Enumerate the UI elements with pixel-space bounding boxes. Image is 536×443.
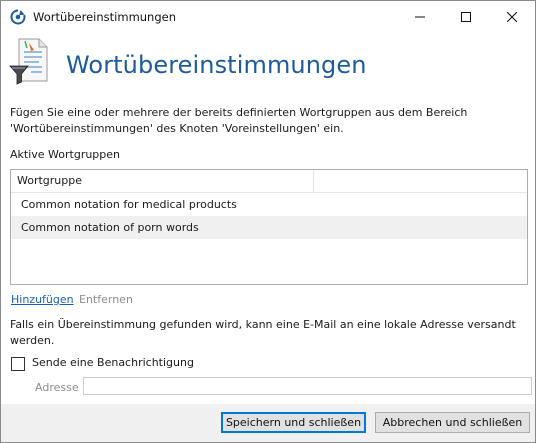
dialog-header: Wortübereinstimmungen	[1, 32, 535, 94]
remove-link: Entfernen	[79, 293, 133, 306]
maximize-icon	[461, 11, 471, 22]
close-icon	[507, 11, 517, 22]
save-and-close-button[interactable]: Speichern und schließen	[221, 412, 366, 433]
column-header-label: Wortgruppe	[17, 174, 83, 187]
list-item-selected[interactable]: Common notation of porn words	[11, 216, 527, 239]
minimize-button[interactable]	[397, 1, 443, 32]
add-link[interactable]: Hinzufügen	[11, 293, 74, 306]
send-notification-label[interactable]: Sende eine Benachrichtigung	[32, 356, 194, 369]
notification-info-text: Falls ein Übereinstimmung gefunden wird,…	[10, 318, 516, 347]
close-button[interactable]	[489, 1, 535, 32]
dialog-footer: Speichern und schließen Abbrechen und sc…	[1, 404, 535, 442]
list-header: Wortgruppe	[11, 170, 527, 193]
address-label: Adresse	[35, 381, 79, 394]
dialog-window: Wortübereinstimmungen Wortübereinstimmun…	[0, 0, 536, 443]
title-bar[interactable]: Wortübereinstimmungen	[1, 1, 535, 32]
list-item[interactable]: Common notation for medical products	[11, 193, 527, 216]
description-text: Fügen Sie eine oder mehrere der bereits …	[10, 106, 468, 135]
list-item-label: Common notation for medical products	[21, 198, 237, 211]
window-title: Wortübereinstimmungen	[33, 10, 177, 24]
column-header-wortgruppe[interactable]: Wortgruppe	[11, 170, 314, 192]
page-title: Wortübereinstimmungen	[66, 51, 367, 79]
address-field[interactable]	[83, 377, 532, 395]
active-groups-label: Aktive Wortgruppen	[10, 148, 121, 161]
minimize-icon	[415, 16, 425, 17]
send-notification-checkbox[interactable]	[11, 357, 25, 371]
document-funnel-icon	[9, 37, 51, 87]
maximize-button[interactable]	[443, 1, 489, 32]
refresh-shield-icon	[10, 9, 26, 25]
cancel-and-close-button[interactable]: Abbrechen und schließen	[375, 412, 530, 433]
list-item-label: Common notation of porn words	[21, 221, 199, 234]
word-groups-list[interactable]: Wortgruppe Common notation for medical p…	[10, 169, 528, 285]
